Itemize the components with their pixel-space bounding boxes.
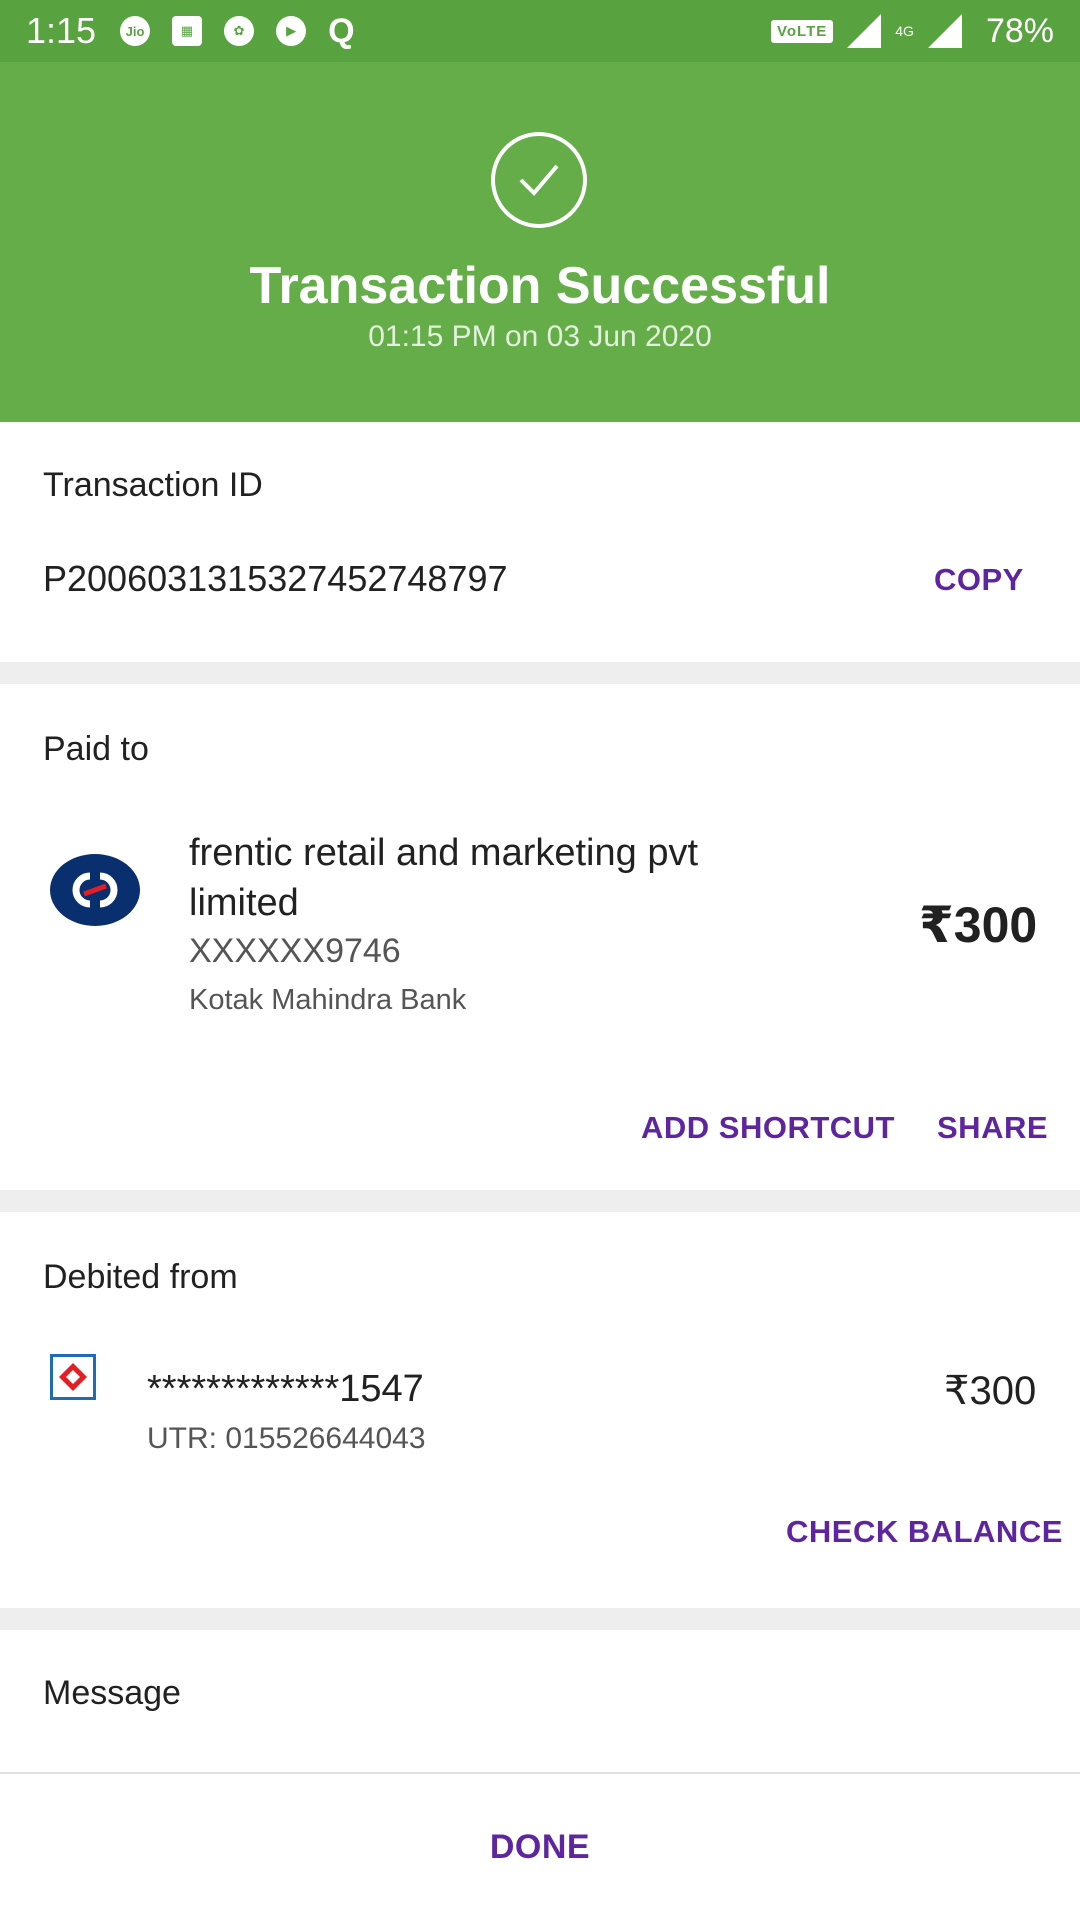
- status-bar: 1:15 Jio ▦ ✿ ▶ Q VoLTE 4G 78%: [0, 0, 1080, 62]
- divider: [0, 1608, 1080, 1630]
- success-check-icon: [491, 132, 587, 228]
- status-right: VoLTE 4G 78%: [770, 11, 1054, 51]
- volte-icon: VoLTE: [770, 19, 834, 43]
- signal-icon-2: [927, 14, 962, 48]
- paid-amount: ₹300: [919, 897, 1038, 953]
- message-section: Message: [0, 1630, 1080, 1772]
- transaction-id-value: P2006031315327452748797: [43, 558, 508, 599]
- success-header: Transaction Successful 01:15 PM on 03 Ju…: [0, 62, 1080, 422]
- paid-to-section: Paid to frentic retail and marketing pvt…: [0, 684, 1080, 1190]
- utr-number: UTR: 015526644043: [147, 1422, 426, 1455]
- debit-amount: ₹300: [944, 1369, 1037, 1413]
- jio-icon: Jio: [120, 16, 151, 46]
- payee-name-line2: limited: [189, 882, 299, 924]
- payee-bank: Kotak Mahindra Bank: [189, 984, 467, 1016]
- transaction-datetime: 01:15 PM on 03 Jun 2020: [368, 320, 712, 353]
- q-app-icon: Q: [328, 11, 355, 50]
- share-button[interactable]: SHARE: [937, 1110, 1048, 1146]
- footer-bar: DONE: [0, 1772, 1080, 1920]
- signal-icon: [847, 14, 882, 48]
- status-time: 1:15: [26, 10, 97, 51]
- notification-icons: Jio ▦ ✿ ▶ Q: [120, 11, 355, 51]
- page-title: Transaction Successful: [249, 257, 831, 315]
- bank-logo-icon: [50, 1354, 96, 1400]
- transaction-id-title: Transaction ID: [43, 466, 263, 504]
- battery-level: 78%: [985, 11, 1054, 50]
- payee-account: XXXXXX9746: [189, 932, 401, 970]
- play-icon: ▶: [276, 16, 307, 46]
- paid-to-title: Paid to: [43, 730, 149, 768]
- debited-from-title: Debited from: [43, 1258, 238, 1296]
- kotak-bank-logo: [50, 854, 140, 926]
- shopping-bag-icon: ▦: [172, 16, 203, 46]
- transaction-id-section: Transaction ID P2006031315327452748797 C…: [0, 422, 1080, 662]
- app-notification-icon: ✿: [224, 16, 255, 46]
- check-balance-button[interactable]: CHECK BALANCE: [786, 1514, 1063, 1550]
- copy-button[interactable]: COPY: [934, 562, 1024, 598]
- done-button[interactable]: DONE: [0, 1828, 1080, 1867]
- debited-from-section: Debited from *************1547 UTR: 0155…: [0, 1212, 1080, 1608]
- add-shortcut-button[interactable]: ADD SHORTCUT: [641, 1110, 895, 1146]
- divider: [0, 1190, 1080, 1212]
- debit-account: *************1547: [147, 1368, 424, 1410]
- network-type: 4G: [895, 23, 914, 39]
- divider: [0, 662, 1080, 684]
- payee-name-line1: frentic retail and marketing pvt: [189, 832, 699, 874]
- message-title: Message: [43, 1674, 181, 1712]
